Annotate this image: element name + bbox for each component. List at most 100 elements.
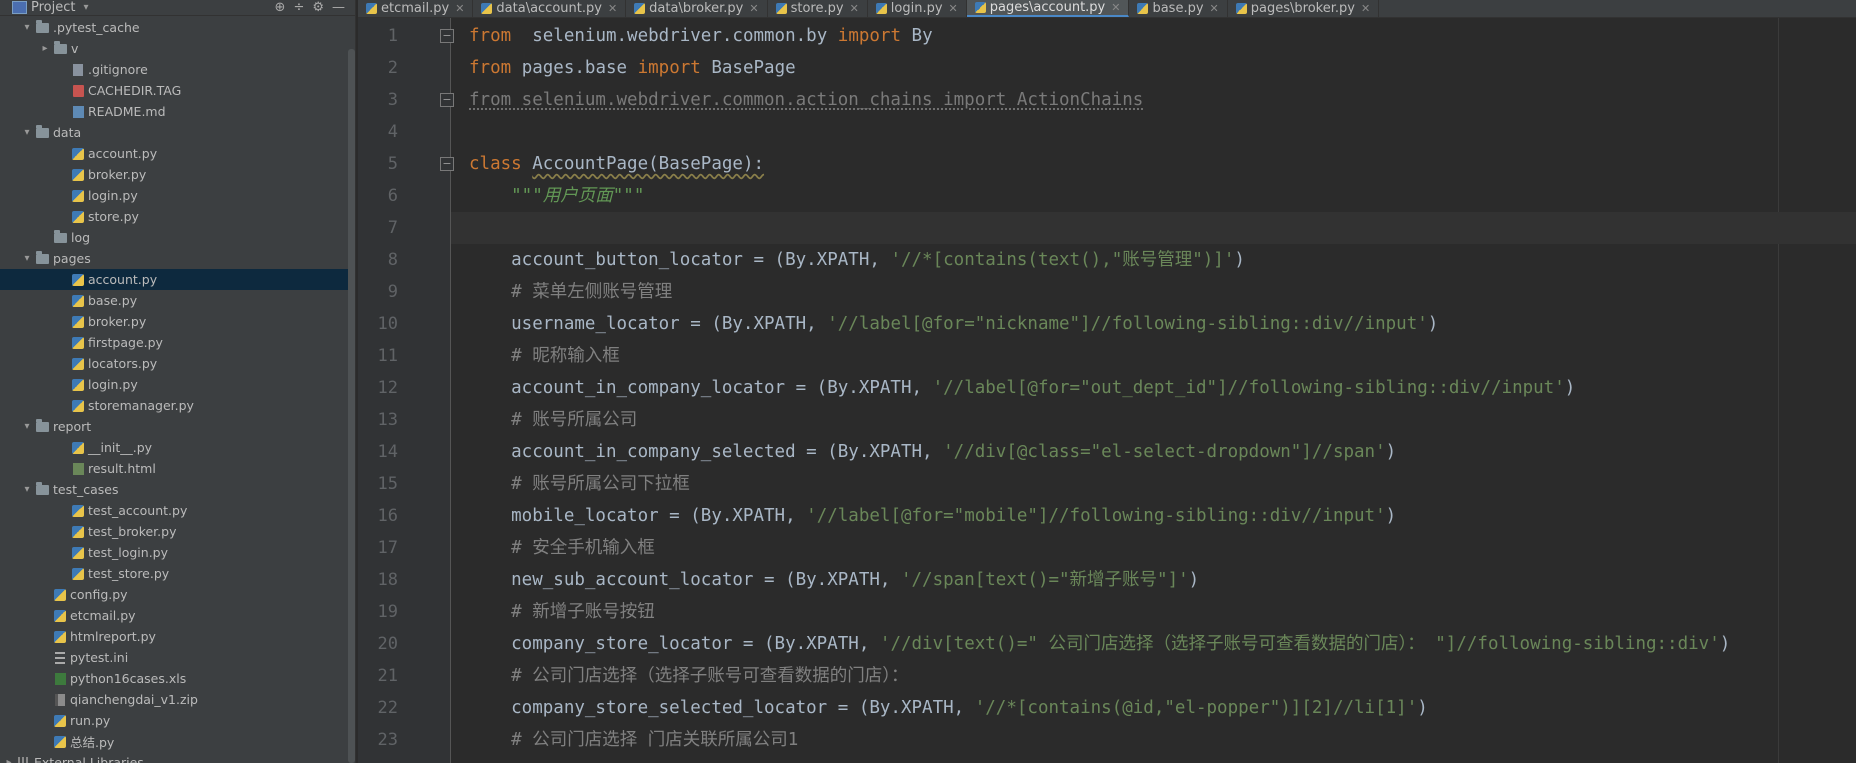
close-icon[interactable]: ✕	[749, 2, 758, 15]
tree-item[interactable]: firstpage.py	[0, 332, 355, 353]
line-number: 2	[387, 58, 398, 78]
code-line[interactable]: new_sub_account_locator = (By.XPATH, '//…	[461, 564, 1856, 596]
close-icon[interactable]: ✕	[455, 2, 464, 15]
code-line[interactable]: company_store_locator = (By.XPATH, '//di…	[461, 628, 1856, 660]
code-line[interactable]: from selenium.webdriver.common.action_ch…	[461, 84, 1856, 116]
code-line[interactable]: class AccountPage(BasePage):	[461, 148, 1856, 180]
close-icon[interactable]: ✕	[1111, 1, 1120, 14]
editor-tab[interactable]: pages\account.py ✕	[966, 0, 1130, 17]
code-area[interactable]: from selenium.webdriver.common.by import…	[451, 20, 1856, 756]
editor-tab[interactable]: data\account.py ✕	[473, 0, 627, 17]
tree-item-label: test_account.py	[88, 503, 188, 518]
tree-item[interactable]: config.py	[0, 584, 355, 605]
tree-item[interactable]: pytest.ini	[0, 647, 355, 668]
close-icon[interactable]: ✕	[850, 2, 859, 15]
code-line[interactable]: # 公司门店选择 门店关联所属公司1	[461, 724, 1856, 756]
editor-tab[interactable]: pages\broker.py ✕	[1228, 0, 1380, 17]
code-line[interactable]: # 公司门店选择（选择子账号可查看数据的门店）：	[461, 660, 1856, 692]
py-icon	[72, 189, 84, 202]
code-line[interactable]: from pages.base import BasePage	[461, 52, 1856, 84]
tree-item[interactable]: login.py	[0, 374, 355, 395]
code-line[interactable]: username_locator = (By.XPATH, '//label[@…	[461, 308, 1856, 340]
tree-item[interactable]: CACHEDIR.TAG	[0, 80, 355, 101]
tree-item[interactable]: htmlreport.py	[0, 626, 355, 647]
tree-item[interactable]: ▾ test_cases	[0, 479, 355, 500]
tree-item[interactable]: broker.py	[0, 164, 355, 185]
tree-item[interactable]: log	[0, 227, 355, 248]
chevron-down-icon[interactable]: ▾	[22, 484, 32, 495]
code-line[interactable]: mobile_locator = (By.XPATH, '//label[@fo…	[461, 500, 1856, 532]
tree-item[interactable]: qianchengdai_v1.zip	[0, 689, 355, 710]
code-line[interactable]	[451, 212, 1856, 244]
project-view-selector[interactable]: Project ▾	[0, 0, 89, 15]
code-line[interactable]: account_in_company_selected = (By.XPATH,…	[461, 436, 1856, 468]
tree-item[interactable]: account.py	[0, 269, 355, 290]
code-line[interactable]: company_store_selected_locator = (By.XPA…	[461, 692, 1856, 724]
code-line[interactable]	[461, 116, 1856, 148]
tree-item[interactable]: account.py	[0, 143, 355, 164]
tree-item[interactable]: base.py	[0, 290, 355, 311]
collapse-all-icon[interactable]: ÷	[293, 0, 304, 15]
close-icon[interactable]: ✕	[1210, 2, 1219, 15]
tree-item[interactable]: test_login.py	[0, 542, 355, 563]
tree-item[interactable]: run.py	[0, 710, 355, 731]
tree-item[interactable]: test_store.py	[0, 563, 355, 584]
python-file-icon	[634, 3, 646, 14]
tree-item[interactable]: test_account.py	[0, 500, 355, 521]
code-line[interactable]: # 昵称输入框	[461, 340, 1856, 372]
editor-tab[interactable]: data\broker.py ✕	[626, 0, 768, 17]
close-icon[interactable]: ✕	[608, 2, 617, 15]
close-icon[interactable]: ✕	[949, 2, 958, 15]
code-line[interactable]: # 新增子账号按钮	[461, 596, 1856, 628]
tree-item[interactable]: storemanager.py	[0, 395, 355, 416]
tree-item[interactable]: ▾ .pytest_cache	[0, 17, 355, 38]
line-number: 6	[387, 186, 398, 206]
tree-item[interactable]: ▾ data	[0, 122, 355, 143]
chevron-down-icon[interactable]: ▾	[22, 253, 32, 264]
tree-item[interactable]: broker.py	[0, 311, 355, 332]
code-line[interactable]: # 菜单左侧账号管理	[461, 276, 1856, 308]
code-line[interactable]: # 账号所属公司下拉框	[461, 468, 1856, 500]
code-editor[interactable]: 1 2 3 4 5 6 7 8 9 10 11 12 13 14 15 16 17 18 19 20 21 22 23 − −…	[358, 18, 1856, 763]
tree-item[interactable]: test_broker.py	[0, 521, 355, 542]
chevron-right-icon[interactable]: ▸	[40, 43, 50, 54]
chevron-down-icon[interactable]: ▾	[22, 22, 32, 33]
close-icon[interactable]: ✕	[1361, 2, 1370, 15]
editor-tab[interactable]: login.py ✕	[868, 0, 967, 17]
tree-item[interactable]: locators.py	[0, 353, 355, 374]
locate-file-icon[interactable]: ⊕	[275, 0, 286, 15]
code-line[interactable]: from selenium.webdriver.common.by import…	[461, 20, 1856, 52]
tree-item[interactable]: __init__.py	[0, 437, 355, 458]
fold-marker-icon[interactable]: −	[440, 29, 454, 43]
code-line[interactable]: account_button_locator = (By.XPATH, '//*…	[461, 244, 1856, 276]
editor-tab[interactable]: store.py ✕	[768, 0, 868, 17]
chevron-down-icon[interactable]: ▾	[22, 421, 32, 432]
editor-tab[interactable]: base.py ✕	[1129, 0, 1228, 17]
editor-tab[interactable]: etcmail.py ✕	[358, 0, 474, 17]
tree-item[interactable]: python16cases.xls	[0, 668, 355, 689]
tree-item[interactable]: result.html	[0, 458, 355, 479]
tree-item[interactable]: etcmail.py	[0, 605, 355, 626]
editor-tab-label: base.py	[1152, 1, 1204, 16]
gear-icon[interactable]: ⚙	[312, 0, 324, 15]
code-line[interactable]: # 安全手机输入框	[461, 532, 1856, 564]
tree-item[interactable]: ▾ pages	[0, 248, 355, 269]
code-line[interactable]: account_in_company_locator = (By.XPATH, …	[461, 372, 1856, 404]
tree-item[interactable]: ▾ report	[0, 416, 355, 437]
tree-item[interactable]: store.py	[0, 206, 355, 227]
tree-item[interactable]: 总结.py	[0, 731, 355, 752]
hide-panel-icon[interactable]: —	[332, 0, 345, 15]
tree-item[interactable]: ▸ External Libraries	[0, 752, 355, 763]
chevron-down-icon[interactable]: ▾	[22, 127, 32, 138]
tree-item[interactable]: ▸ v	[0, 38, 355, 59]
tree-item[interactable]: login.py	[0, 185, 355, 206]
code-line[interactable]: """用户页面"""	[461, 180, 1856, 212]
chevron-right-icon[interactable]: ▸	[4, 757, 14, 763]
tree-item[interactable]: .gitignore	[0, 59, 355, 80]
project-tree-scrollbar[interactable]	[348, 49, 355, 763]
fold-marker-icon[interactable]: −	[440, 93, 454, 107]
tree-item[interactable]: README.md	[0, 101, 355, 122]
fold-marker-icon[interactable]: −	[440, 157, 454, 171]
code-line[interactable]: # 账号所属公司	[461, 404, 1856, 436]
tree-item-label: log	[71, 230, 91, 245]
